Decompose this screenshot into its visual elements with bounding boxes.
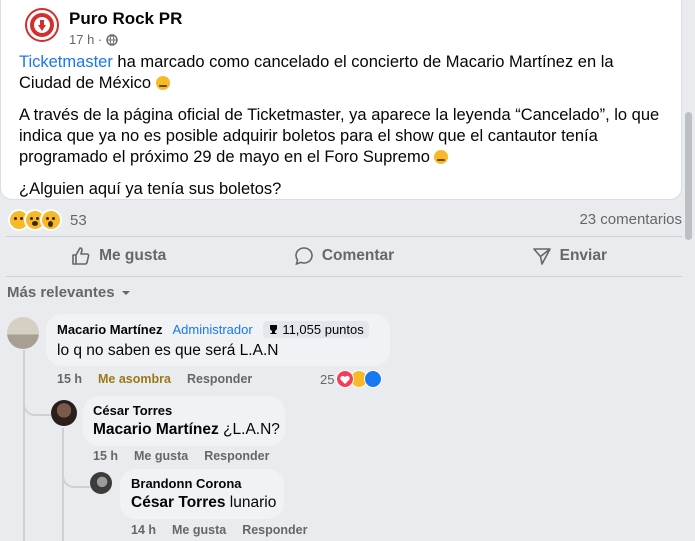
comment-bubble-icon [295,247,313,266]
thread-connector [62,466,90,488]
post-paragraph-2: A través de la página oficial de Ticketm… [19,105,669,168]
comment-body: ¿L.A.N? [218,421,280,438]
reaction-count: 53 [70,211,87,229]
thread-line [23,350,25,541]
action-bar: Me gusta Comentar Enviar [6,237,682,275]
like-button[interactable]: Me gusta [172,523,226,537]
comment-author[interactable]: César Torres [93,403,172,418]
comment-meta: 15 h Me asombra Responder [57,372,252,386]
mention[interactable]: César Torres [131,494,225,511]
post-body: Ticketmaster ha marcado como cancelado e… [19,52,669,211]
globe-icon [106,33,118,46]
comment-body: lunario [225,494,277,511]
post-para2-text: A través de la página oficial de Ticketm… [19,106,660,166]
comment-meta: 14 h Me gusta Responder [131,523,308,537]
page-avatar[interactable] [25,8,59,42]
reply-button[interactable]: Responder [204,449,269,463]
sort-dropdown[interactable]: Más relevantes [7,284,131,301]
like-button[interactable]: Me gusta [134,449,188,463]
comment-reaction-count: 25 [320,371,335,387]
disappointed-emoji-icon [434,150,449,164]
reply-button[interactable]: Responder [242,523,307,537]
divider [6,276,682,277]
like-label: Me gusta [99,247,167,264]
comment-author[interactable]: Macario Martínez [57,322,162,337]
scrollbar[interactable] [685,112,692,240]
post-card: Puro Rock PR 17 h · Ticketmaster ha marc… [0,0,682,200]
admin-badge: Administrador [172,322,253,337]
reactions-summary[interactable]: 53 [8,209,87,231]
comment-meta: 15 h Me gusta Responder [93,449,270,463]
post-paragraph-3: ¿Alguien aquí ya tenía sus boletos? [19,179,669,200]
share-label: Enviar [559,247,608,264]
comment-author[interactable]: Brandonn Corona [131,476,242,491]
avatar[interactable] [51,400,77,426]
avatar[interactable] [90,472,112,494]
comment-button[interactable]: Comentar [231,237,456,275]
points-value: 11,055 puntos [282,322,364,337]
comment-reactions[interactable]: 25 [320,370,383,388]
thread-line [62,428,64,541]
like-button[interactable]: Me gusta [6,237,231,275]
comment-time[interactable]: 15 h [57,372,82,386]
comment-label: Comentar [321,247,395,264]
comment-text: César Torres lunario [131,494,276,512]
sad-emoji-icon [155,76,170,90]
avatar[interactable] [7,317,39,349]
page-name[interactable]: Puro Rock PR [69,9,182,29]
post-para3-text: ¿Alguien aquí ya tenía sus boletos? [19,180,282,198]
ticketmaster-link[interactable]: Ticketmaster [19,53,113,71]
points-badge: 11,055 puntos [262,321,369,338]
trophy-icon [269,325,277,334]
comment-bubble: Brandonn Corona César Torres lunario [120,469,284,519]
share-button[interactable]: Enviar [457,237,682,275]
rock-logo-icon [30,13,54,37]
comment-text: Macario Martínez ¿L.A.N? [93,421,280,439]
post-time[interactable]: 17 h · [69,32,102,47]
thread-connector [23,392,51,416]
like-reaction-icon [364,370,383,388]
chevron-down-icon [121,290,130,295]
post-meta: 17 h · [69,32,118,47]
thumbs-up-icon [72,247,90,265]
post-paragraph-1: Ticketmaster ha marcado como cancelado e… [19,52,669,94]
comment-count[interactable]: 23 comentarios [579,211,682,228]
comment-bubble: Macario Martínez Administrador 11,055 pu… [46,314,390,366]
reply-button[interactable]: Responder [187,372,252,386]
comment-text: lo q no saben es que será L.A.N [57,342,279,359]
send-icon [532,248,551,265]
comment-bubble: César Torres Macario Martínez ¿L.A.N? [83,396,285,446]
wow-reaction-icon [40,209,62,231]
mention[interactable]: Macario Martínez [93,421,219,438]
comment-time[interactable]: 15 h [93,449,118,463]
sort-label: Más relevantes [7,284,115,301]
reaction-button[interactable]: Me asombra [98,372,171,386]
comment-time[interactable]: 14 h [131,523,156,537]
